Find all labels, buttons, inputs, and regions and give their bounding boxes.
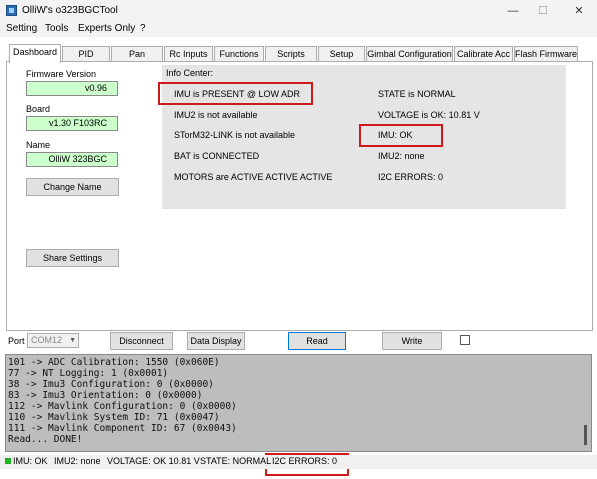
log-line: 110 -> Mavlink System ID: 71 (0x0047) [8,412,220,423]
close-button[interactable]: ✕ [566,3,592,19]
maximize-button[interactable]: ☐ [530,3,556,19]
write-checkbox[interactable] [460,335,470,345]
tab-calibrate-acc[interactable]: Calibrate Acc [454,46,513,62]
status-imu2: IMU2: none [54,456,101,466]
tab-functions[interactable]: Functions [214,46,264,62]
menu-help[interactable]: ? [140,23,146,34]
info-motors-status: MOTORS are ACTIVE ACTIVE ACTIVE [174,172,333,182]
info-imu2: IMU2: none [378,151,425,161]
disconnect-button[interactable]: Disconnect [110,332,173,350]
log-line: 83 -> Imu3 Orientation: 0 (0x0000) [8,390,203,401]
status-state: STATE: NORMAL [200,456,272,466]
menu-setting[interactable]: Setting [6,23,37,34]
info-state: STATE is NORMAL [378,89,456,99]
app-icon [6,5,17,16]
status-bar: IMU: OK IMU2: none VOLTAGE: OK 10.81 V S… [0,455,597,469]
share-settings-button[interactable]: Share Settings [26,249,119,267]
tab-scripts[interactable]: Scripts [265,46,317,62]
port-select[interactable]: COM12 ▼ [27,333,79,348]
info-storm32-link-status: STorM32-LINK is not available [174,130,296,140]
log-line: Read... DONE! [8,434,83,445]
tab-pid[interactable]: PID [62,46,110,62]
port-select-value: COM12 [31,335,63,345]
firmware-value: v0.96 [26,81,118,96]
log-line: 38 -> Imu3 Configuration: 0 (0x0000) [8,379,214,390]
board-label: Board [26,104,51,114]
tab-setup[interactable]: Setup [318,46,365,62]
highlight-box [359,124,443,147]
firmware-label: Firmware Version [26,69,97,79]
name-label: Name [26,140,51,150]
log-scrollbar[interactable] [584,425,587,445]
status-voltage: VOLTAGE: OK 10.81 V [107,456,200,466]
title-bar: OlliW's o323BGCTool — ☐ ✕ [0,0,597,22]
menu-bar: Setting Tools Experts Only ? [0,22,597,37]
tab-gimbal-configuration[interactable]: Gimbal Configuration [366,46,453,62]
log-line: 77 -> NT Logging: 1 (0x0001) [8,368,169,379]
tab-pan[interactable]: Pan [111,46,163,62]
log-line: 111 -> Mavlink Component ID: 67 (0x0043) [8,423,237,434]
minimize-button[interactable]: — [500,3,526,19]
info-center-title: Info Center: [166,68,214,78]
tab-strip: Dashboard PID Pan Rc Inputs Functions Sc… [0,44,597,63]
info-imu2-status: IMU2 is not available [174,110,258,120]
highlight-box [158,82,313,105]
port-label: Port [8,336,25,346]
write-button[interactable]: Write [382,332,442,350]
info-voltage: VOLTAGE is OK: 10.81 V [378,110,480,120]
read-button[interactable]: Read [288,332,346,350]
tab-rc-inputs[interactable]: Rc Inputs [164,46,213,62]
menu-experts-only[interactable]: Experts Only [78,23,135,34]
chevron-down-icon: ▼ [69,337,76,344]
tab-flash-firmware[interactable]: Flash Firmware [514,46,578,62]
status-led-icon [5,458,11,464]
data-display-button[interactable]: Data Display [187,332,245,350]
status-i2c-errors: I2C ERRORS: 0 [272,456,338,466]
board-value: v1.30 F103RC [26,116,118,131]
log-line: 112 -> Mavlink Configuration: 0 (0x0000) [8,401,237,412]
tab-dashboard[interactable]: Dashboard [9,44,61,63]
change-name-button[interactable]: Change Name [26,178,119,196]
menu-tools[interactable]: Tools [45,23,68,34]
name-value: OlliW 323BGC [26,152,118,167]
status-imu: IMU: OK [13,456,48,466]
log-output[interactable]: 101 -> ADC Calibration: 1550 (0x060E) 77… [5,354,592,452]
info-bat-status: BAT is CONNECTED [174,151,260,161]
log-line: 101 -> ADC Calibration: 1550 (0x060E) [8,357,220,368]
info-i2c-errors: I2C ERRORS: 0 [378,172,444,182]
window-title: OlliW's o323BGCTool [22,5,118,16]
